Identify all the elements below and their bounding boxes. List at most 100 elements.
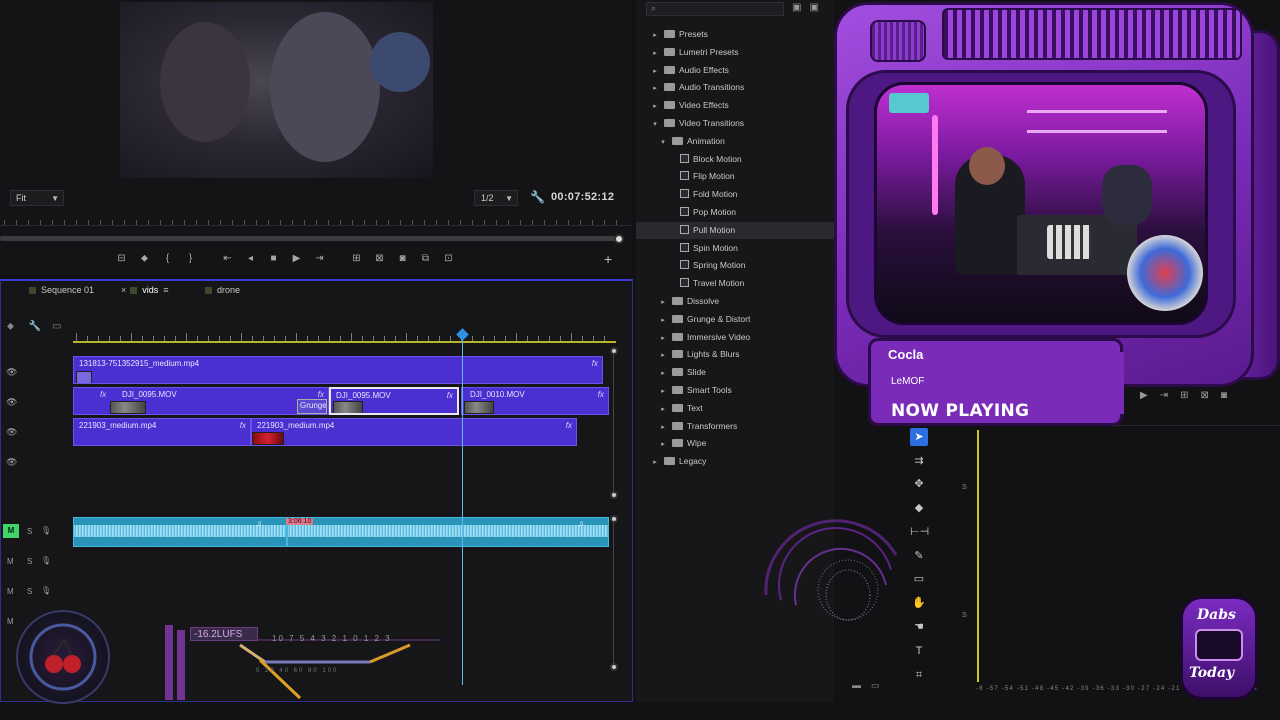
ripple-edit-tool-icon[interactable]: ✥ (910, 475, 928, 493)
effects-item-video-transitions[interactable]: ▾ Video Transitions (636, 115, 834, 132)
wrench-icon[interactable]: 🔧 (29, 321, 41, 332)
wrench-icon[interactable]: 🔧 (530, 190, 545, 204)
zoom-fit-select[interactable]: Fit ▼ (10, 190, 64, 206)
new-bin-icon[interactable]: ▬ (852, 680, 871, 690)
effects-item-immersive-video[interactable]: ▸ Immersive Video (636, 329, 834, 346)
timeline-clip-v1a[interactable]: 221903_medium.mp4 fx (73, 418, 251, 446)
effects-item-lights-blurs[interactable]: ▸ Lights & Blurs (636, 346, 834, 363)
effects-item-transformers[interactable]: ▸ Transformers (636, 418, 834, 435)
mute-toggle-active[interactable]: M (3, 524, 19, 538)
monitor-scrub-bar[interactable] (0, 236, 620, 241)
effects-item-slide[interactable]: ▸ Slide (636, 364, 834, 381)
captions-icon[interactable]: ▭ (52, 321, 61, 332)
effects-item-fold-motion[interactable]: Fold Motion (636, 186, 834, 203)
chevron-right-icon[interactable]: ▸ (650, 45, 660, 62)
timeline-clip-v2a[interactable]: DJI_0095.MOV fx fx (73, 387, 329, 415)
chevron-right-icon[interactable]: ▸ (658, 294, 668, 311)
scroll-handle-top[interactable] (610, 347, 618, 355)
chevron-down-icon[interactable]: ▾ (650, 116, 660, 133)
step-back-icon[interactable]: ◂ (239, 250, 262, 268)
delete-icon[interactable]: ▭ (871, 680, 890, 690)
effects-item-flip-motion[interactable]: Flip Motion (636, 168, 834, 185)
effects-item-travel-motion[interactable]: Travel Motion (636, 275, 834, 292)
eye-icon[interactable]: 👁 (6, 427, 17, 438)
solo-toggle[interactable]: S (27, 587, 32, 596)
auto-reframe-icon[interactable]: ⌗ (910, 666, 928, 684)
audio-tracks-scrollbar[interactable] (610, 515, 620, 671)
chevron-right-icon[interactable]: ▸ (658, 330, 668, 347)
solo-toggle[interactable]: S (27, 557, 32, 566)
chevron-right-icon[interactable]: ▸ (658, 436, 668, 453)
tab-vids[interactable]: × vids ≡ (121, 285, 169, 295)
stop-icon[interactable]: ■ (262, 250, 285, 268)
playhead-timecode[interactable]: 00:07:52:12 (551, 191, 614, 203)
mic-icon[interactable]: 🎙 (41, 586, 51, 595)
effects-item-wipe[interactable]: ▸ Wipe (636, 435, 834, 452)
mic-icon[interactable]: 🎙 (41, 556, 51, 565)
effects-item-dissolve[interactable]: ▸ Dissolve (636, 293, 834, 310)
mute-toggle[interactable]: M (7, 617, 14, 626)
effects-item-text[interactable]: ▸ Text (636, 400, 834, 417)
lift-icon[interactable]: ⊟ (110, 250, 133, 268)
add-button-icon[interactable]: + (604, 251, 612, 267)
effects-item-presets[interactable]: ▸ Presets (636, 26, 834, 43)
effects-item-video-effects[interactable]: ▸ Video Effects (636, 97, 834, 114)
track-select-tool-icon[interactable]: ⇉ (910, 452, 928, 470)
effects-item-grunge-distort[interactable]: ▸ Grunge & Distort (636, 311, 834, 328)
chevron-right-icon[interactable]: ▸ (650, 454, 660, 471)
razor-tool-icon[interactable]: ◆ (910, 499, 928, 517)
eye-icon[interactable]: 👁 (6, 457, 17, 468)
type-tool-icon[interactable]: T (910, 642, 928, 660)
mic-icon[interactable]: 🎙 (41, 526, 51, 535)
hand-tool-icon[interactable]: ☚ (910, 618, 928, 636)
effects-item-pop-motion[interactable]: Pop Motion (636, 204, 834, 221)
hand-tool-icon[interactable]: ✋ (910, 594, 928, 612)
solo-toggle[interactable]: S (27, 527, 32, 536)
overwrite-icon[interactable]: ⊠ (368, 250, 391, 268)
chevron-right-icon[interactable]: ▸ (658, 383, 668, 400)
timeline-playhead[interactable] (462, 333, 463, 685)
chevron-right-icon[interactable]: ▸ (650, 63, 660, 80)
chevron-right-icon[interactable]: ▸ (658, 312, 668, 329)
audio-clip-b[interactable]: ♫ (287, 517, 609, 547)
chevron-right-icon[interactable]: ▸ (658, 419, 668, 436)
insert-icon[interactable]: ⊞ (345, 250, 368, 268)
scroll-handle-top[interactable] (610, 515, 618, 523)
tab-sequence-01[interactable]: Sequence 01 (29, 285, 94, 295)
scroll-handle-bottom[interactable] (610, 491, 618, 499)
chevron-down-icon[interactable]: ▾ (658, 134, 668, 151)
chevron-right-icon[interactable]: ▸ (650, 27, 660, 44)
timeline-time-ruler[interactable] (73, 331, 616, 343)
marker-icon[interactable]: ⬥ (133, 250, 156, 268)
menu-icon[interactable]: ≡ (163, 285, 168, 295)
effects-item-spin-motion[interactable]: Spin Motion (636, 240, 834, 257)
go-to-out-icon[interactable]: ⇥ (308, 250, 331, 268)
eye-icon[interactable]: 👁 (6, 397, 17, 408)
effects-item-legacy[interactable]: ▸ Legacy (636, 453, 834, 470)
transition-grunge[interactable]: Grunge (297, 399, 327, 414)
playback-resolution-select[interactable]: 1/2 ▼ (474, 190, 518, 206)
comparison-view-icon[interactable]: ⧉ (414, 250, 437, 268)
selection-tool-icon[interactable]: ➤ (910, 428, 928, 446)
close-icon[interactable]: × (121, 285, 126, 295)
effects-item-animation[interactable]: ▾ Animation (636, 133, 834, 150)
effects-item-lumetri-presets[interactable]: ▸ Lumetri Presets (636, 44, 834, 61)
pen-tool-icon[interactable]: ✎ (910, 547, 928, 565)
monitor-scroll-handle[interactable] (614, 234, 624, 244)
chevron-right-icon[interactable]: ▸ (658, 401, 668, 418)
marker-icon[interactable]: ⬥ (7, 321, 14, 332)
chevron-right-icon[interactable]: ▸ (650, 80, 660, 97)
timeline-clip-v3[interactable]: 131813-751352915_medium.mp4 fx (73, 356, 603, 384)
tab-drone[interactable]: drone (205, 285, 240, 295)
eye-icon[interactable]: 👁 (6, 367, 17, 378)
monitor-time-ruler[interactable] (0, 212, 632, 226)
chevron-right-icon[interactable]: ▸ (658, 365, 668, 382)
timeline-clip-v2b-selected[interactable]: DJI_0095.MOV fx (329, 387, 459, 415)
32bit-icon[interactable]: ▣ (809, 2, 826, 13)
timeline-clip-v1b[interactable]: 221903_medium.mp4 fx (251, 418, 577, 446)
timeline-clip-v2c[interactable]: DJI_0010.MOV fx (461, 387, 609, 415)
go-to-in-icon[interactable]: ⇤ (216, 250, 239, 268)
rectangle-tool-icon[interactable]: ▭ (910, 570, 928, 588)
effects-item-spring-motion[interactable]: Spring Motion (636, 257, 834, 274)
video-tracks-scrollbar[interactable] (610, 347, 620, 499)
